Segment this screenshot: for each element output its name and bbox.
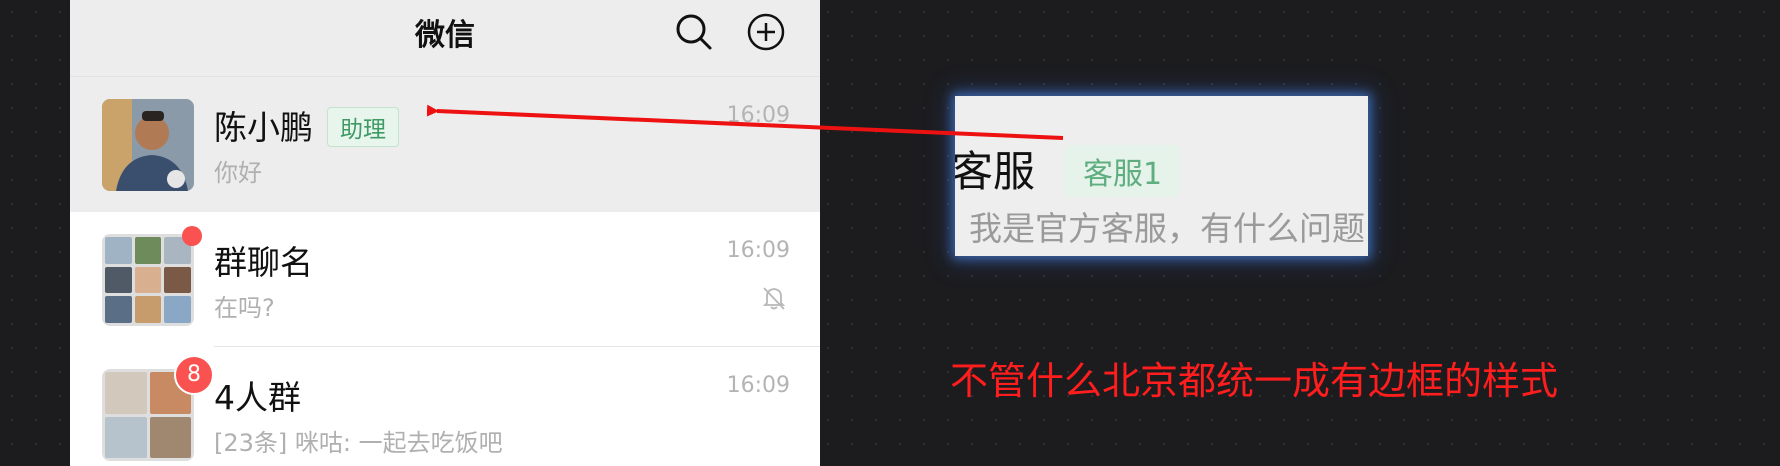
top-nav-bar: 微信 bbox=[70, 0, 820, 77]
assistant-tag: 助理 bbox=[327, 106, 399, 147]
chat-preview: [23条] 咪咕: 一起去吃饭吧 bbox=[214, 429, 503, 457]
chat-row-assistant[interactable]: 陈小鹏 助理 你好 16:09 bbox=[70, 77, 820, 212]
chat-row-four-group[interactable]: 8 4人群 [23条] 咪咕: 一起去吃饭吧 16:09 bbox=[70, 347, 820, 466]
avatar bbox=[102, 99, 194, 191]
chat-name: 群聊名 bbox=[214, 243, 313, 282]
group-avatar bbox=[102, 234, 194, 326]
chat-row-group[interactable]: 群聊名 在吗? 16:09 bbox=[70, 212, 820, 347]
zoom-callout: 客服 客服1 我是官方客服，有什么问题 bbox=[955, 96, 1368, 256]
chat-time: 16:09 bbox=[726, 238, 790, 263]
unread-dot bbox=[182, 226, 202, 246]
zoom-chat-name: 客服 客服1 bbox=[955, 138, 1181, 201]
zoom-tag: 客服1 bbox=[1065, 144, 1181, 197]
unread-count-badge: 8 bbox=[174, 355, 214, 395]
chat-name: 陈小鹏 助理 bbox=[214, 101, 399, 150]
mute-bell-icon bbox=[762, 287, 786, 310]
chat-time: 16:09 bbox=[726, 103, 790, 128]
annotation-text: 不管什么北京都统一成有边框的样式 bbox=[950, 359, 1559, 403]
search-icon[interactable] bbox=[674, 12, 714, 52]
chat-preview: 你好 bbox=[214, 159, 262, 187]
zoom-chat-preview: 我是官方客服，有什么问题 bbox=[969, 209, 1365, 248]
chat-name: 4人群 bbox=[214, 378, 301, 417]
chat-list-panel: 微信 陈小鹏 助理 你好 16:09 群聊名 在吗? 16:09 8 4人群 [… bbox=[70, 0, 820, 466]
chat-preview: 在吗? bbox=[214, 294, 275, 322]
chat-time: 16:09 bbox=[726, 373, 790, 398]
add-circle-icon[interactable] bbox=[746, 12, 786, 52]
